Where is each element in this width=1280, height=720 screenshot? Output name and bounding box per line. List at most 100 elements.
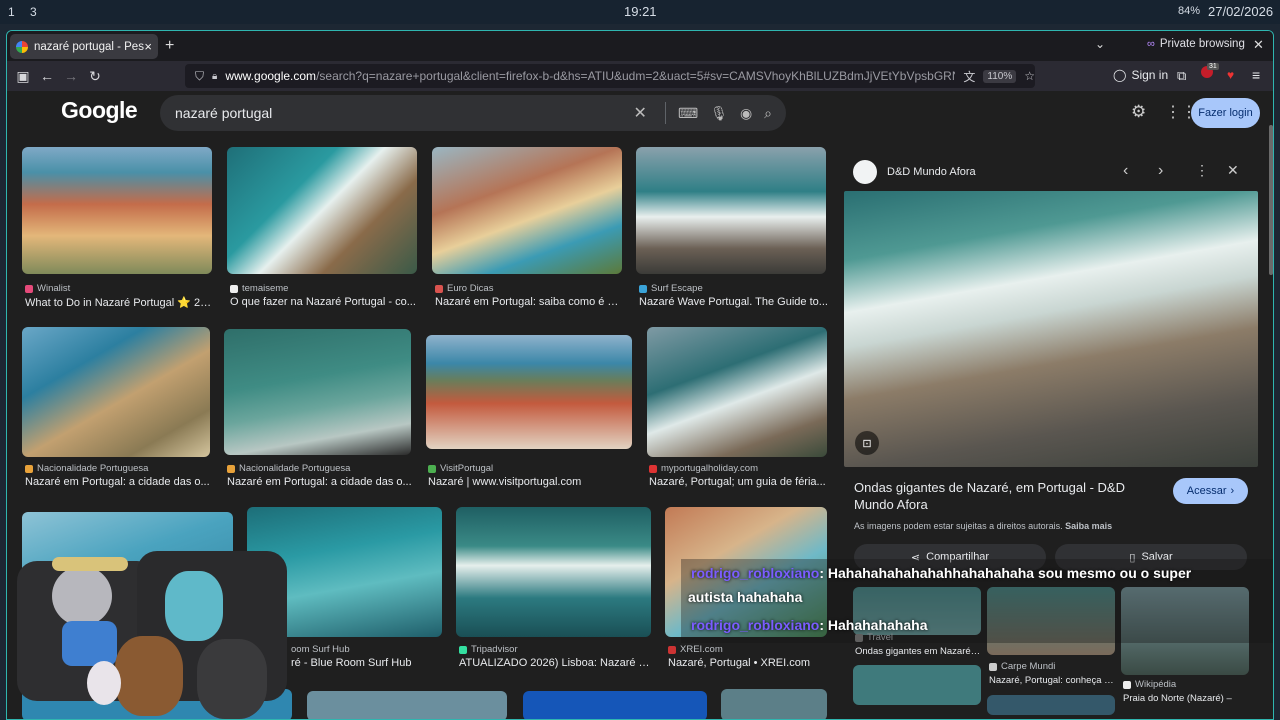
visit-label: Acessar [1186, 485, 1227, 497]
related-image[interactable] [853, 665, 981, 705]
source-favicon-icon [639, 284, 647, 293]
zoom-level-badge[interactable]: 110% [983, 69, 1017, 83]
chevron-right-icon: › [1230, 485, 1235, 497]
related-source[interactable]: Wikipédia [1123, 679, 1176, 690]
window-close-icon[interactable]: ✕ [1253, 37, 1264, 53]
workspace-3[interactable]: 3 [30, 5, 37, 19]
result-source[interactable]: oom Surf Hub [291, 644, 350, 655]
search-divider [664, 102, 666, 124]
result-title[interactable]: Nazaré em Portugal: a cidade das o... [227, 476, 415, 488]
lens-search-icon[interactable]: ⊡ [855, 431, 879, 455]
tracking-shield-icon[interactable]: ⛉ [195, 69, 204, 84]
new-tab-button[interactable]: + [165, 37, 174, 55]
result-title[interactable]: Nazaré em Portugal: a cidade das o... [25, 476, 213, 488]
result-image[interactable] [523, 691, 707, 719]
search-input[interactable]: nazaré portugal [175, 105, 634, 121]
source-label: Nacionalidade Portuguesa [239, 463, 351, 474]
result-source[interactable]: temaiseme [230, 283, 288, 294]
reload-icon[interactable]: ↻ [84, 65, 106, 87]
translate-icon[interactable]: 文 [963, 68, 975, 85]
bookmark-star-icon[interactable]: ☆ [1024, 69, 1035, 83]
result-source[interactable]: Nacionalidade Portuguesa [227, 463, 350, 474]
lens-camera-icon[interactable]: ◉ [740, 105, 752, 122]
result-title[interactable]: O que fazer na Nazaré Portugal - co... [230, 296, 420, 308]
extensions-puzzle-icon[interactable]: ⧉ [1177, 68, 1186, 84]
result-image[interactable] [224, 329, 411, 455]
result-title[interactable]: Nazaré, Portugal • XREI.com [668, 657, 828, 669]
preview-title[interactable]: Ondas gigantes de Nazaré, em Portugal - … [854, 479, 1144, 513]
page-scrollbar[interactable] [1269, 125, 1273, 275]
result-image[interactable] [22, 147, 212, 274]
clear-search-icon[interactable]: ✕ [634, 103, 647, 123]
result-image[interactable] [721, 689, 827, 719]
back-arrow-icon[interactable]: ← [36, 65, 58, 87]
date: 27/02/2026 [1208, 4, 1274, 19]
forward-arrow-icon[interactable]: → [60, 65, 82, 87]
result-image[interactable] [456, 507, 651, 637]
private-browsing-indicator: ∞ Private browsing [1147, 38, 1245, 50]
keyboard-icon[interactable]: ⌨ [678, 105, 698, 122]
tab-title: nazaré portugal - Pesqu [34, 40, 144, 53]
result-image[interactable] [647, 327, 827, 457]
previous-chevron-icon[interactable]: ‹ [1123, 162, 1128, 180]
related-image[interactable] [987, 695, 1115, 715]
tab-close-icon[interactable]: × [144, 39, 152, 54]
result-image[interactable] [432, 147, 622, 274]
result-image[interactable] [22, 327, 210, 457]
google-logo[interactable]: Google [61, 97, 138, 124]
settings-gear-icon[interactable]: ⚙ [1131, 102, 1146, 122]
result-title[interactable]: Nazaré, Portugal; um guia de féria... [649, 476, 829, 488]
sidebar-toggle-icon[interactable]: ▣ [12, 65, 34, 87]
search-icon[interactable]: ⌕ [764, 105, 772, 122]
tab-list-chevron-down-icon[interactable]: ⌄ [1095, 37, 1105, 51]
address-bar[interactable]: ⛉ 🔒︎ www.google.com /search?q=nazare+por… [185, 64, 1035, 88]
result-source[interactable]: myportugalholiday.com [649, 463, 758, 474]
sign-in-button[interactable]: ◯ Sign in [1113, 68, 1168, 82]
login-button[interactable]: Fazer login [1191, 98, 1260, 128]
more-options-icon[interactable]: ⋮ [1195, 162, 1209, 179]
workspace-1[interactable]: 1 [8, 5, 15, 19]
result-source[interactable]: XREI.com [668, 644, 723, 655]
private-browsing-label: Private browsing [1159, 38, 1245, 50]
source-label: VisitPortugal [440, 463, 494, 474]
related-title[interactable]: Nazaré, Portugal: conheça o... [989, 675, 1115, 686]
result-source[interactable]: Surf Escape [639, 283, 703, 294]
result-source[interactable]: Tripadvisor [459, 644, 518, 655]
menu-hamburger-icon[interactable]: ≡ [1252, 67, 1260, 83]
result-image[interactable] [307, 691, 507, 719]
result-source[interactable]: Winalist [25, 283, 70, 294]
result-title[interactable]: ATUALIZADO 2026) Lisboa: Nazaré B... [459, 657, 651, 669]
preview-image[interactable] [844, 191, 1258, 467]
source-favicon-icon [435, 284, 443, 293]
related-source[interactable]: Carpe Mundi [989, 661, 1055, 672]
sheep-character [197, 639, 267, 719]
site-name[interactable]: D&D Mundo Afora [887, 166, 976, 178]
bear-character [115, 636, 183, 716]
chat-text: : Hahahahahahahahhahahahaha sou mesmo ou… [819, 565, 1192, 581]
close-panel-icon[interactable]: ✕ [1227, 162, 1239, 179]
result-image[interactable] [636, 147, 826, 274]
result-title[interactable]: ré - Blue Room Surf Hub [291, 657, 441, 669]
result-image[interactable] [426, 335, 632, 449]
learn-more-link[interactable]: Saiba mais [1065, 521, 1112, 531]
result-title[interactable]: What to Do in Nazaré Portugal ⭐ 20... [25, 296, 215, 309]
result-source[interactable]: Nacionalidade Portuguesa [25, 463, 148, 474]
result-title[interactable]: Nazaré | www.visitportugal.com [428, 476, 633, 488]
visit-button[interactable]: Acessar › [1173, 478, 1248, 504]
result-title[interactable]: Nazaré Wave Portugal. The Guide to... [639, 296, 829, 308]
source-favicon-icon [668, 645, 676, 654]
next-chevron-icon[interactable]: › [1158, 162, 1163, 180]
result-title[interactable]: Nazaré em Portugal: saiba como é m... [435, 296, 625, 308]
related-title[interactable]: Ondas gigantes em Nazaré:... [855, 646, 981, 657]
result-source[interactable]: VisitPortugal [428, 463, 493, 474]
result-source[interactable]: Euro Dicas [435, 283, 493, 294]
tab-active[interactable]: nazaré portugal - Pesqu × [10, 34, 158, 59]
related-title[interactable]: Praia do Norte (Nazaré) – [1123, 693, 1249, 704]
result-image[interactable] [227, 147, 417, 274]
extension-heart-icon[interactable]: ♥ [1227, 68, 1234, 82]
search-box[interactable]: nazaré portugal ✕ ⌨ 🎙︎ ◉ ⌕ [160, 95, 786, 131]
chat-username: rodrigo_robloxiano [691, 617, 820, 633]
microphone-icon[interactable]: 🎙︎ [710, 105, 728, 122]
lock-icon[interactable]: 🔒︎ [212, 71, 217, 82]
clock: 19:21 [624, 4, 657, 19]
